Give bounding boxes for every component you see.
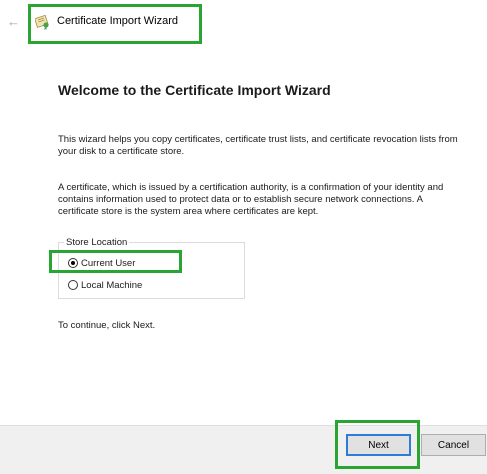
certificate-icon (34, 14, 51, 30)
continue-instruction: To continue, click Next. (58, 320, 156, 331)
page-title: Welcome to the Certificate Import Wizard (58, 82, 331, 98)
current-user-radio-option[interactable]: Current User (68, 256, 135, 270)
cancel-button[interactable]: Cancel (421, 434, 486, 456)
window-title: Certificate Import Wizard (57, 15, 179, 27)
local-machine-radio-option[interactable]: Local Machine (68, 278, 142, 292)
local-machine-label: Local Machine (81, 279, 143, 291)
next-highlight-box (335, 420, 420, 469)
current-user-radio[interactable] (68, 258, 78, 268)
description-paragraph: A certificate, which is issued by a cert… (58, 182, 444, 217)
local-machine-radio[interactable] (68, 280, 78, 290)
title-bar: ← Certificate Import Wizard (0, 0, 487, 46)
store-location-legend: Store Location (64, 237, 130, 248)
back-arrow-icon[interactable]: ← (7, 14, 20, 30)
intro-paragraph: This wizard helps you copy certificates,… (58, 134, 458, 157)
current-user-label: Current User (81, 257, 136, 269)
